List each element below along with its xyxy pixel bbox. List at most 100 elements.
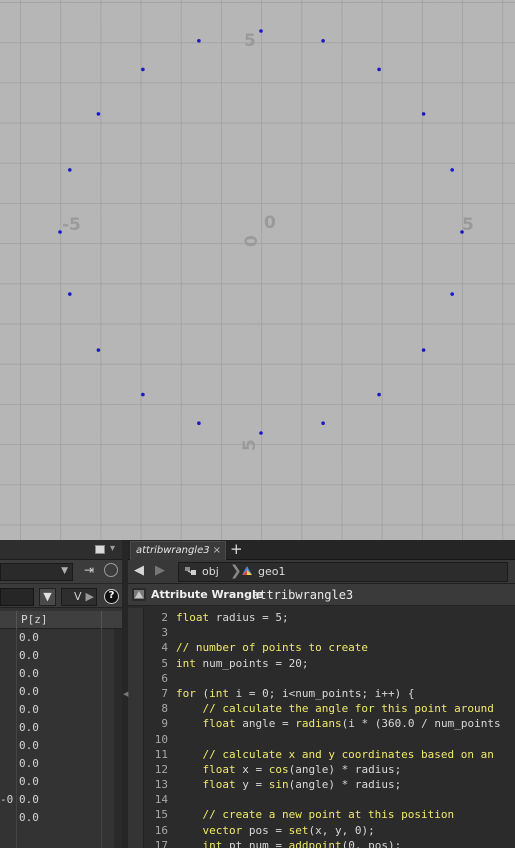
- cell-value: 0.0: [19, 703, 39, 716]
- code-text: // create a new point at this position: [176, 808, 455, 822]
- node-name-field[interactable]: attribwrangle3: [252, 584, 353, 606]
- geometry-point: [259, 29, 263, 33]
- cell-value: 0.0: [19, 649, 39, 662]
- table-row[interactable]: 0.0: [0, 737, 128, 755]
- breadcrumb-obj-label: obj: [202, 565, 219, 578]
- vex-code-editor[interactable]: 2 float radius = 5; 3 4 // number of points …: [128, 608, 515, 848]
- code-text: // calculate x and y coordinates based o…: [176, 747, 494, 761]
- code-line: 15 // create a new point at this positio…: [146, 807, 501, 822]
- line-number: 4: [161, 641, 168, 655]
- line-number: 14: [154, 793, 168, 807]
- funnel-icon[interactable]: ▼: [39, 588, 56, 606]
- point-cloud: [58, 29, 464, 435]
- cell-value-partial: -0: [0, 793, 14, 806]
- spreadsheet-toolbar: ▼ ⇥: [0, 560, 127, 584]
- table-row[interactable]: 0.0: [0, 809, 128, 827]
- code-line: 7 for (int i = 0; i<num_points; i++) {: [146, 686, 501, 701]
- bottom-panes: ▾ ▼ ⇥ ▼ V ▶ ? P[z] 0.0 0.0 0.0 0.0 0.0 0.0 0.0 0…: [0, 540, 515, 848]
- attribute-class-label: V: [74, 590, 82, 603]
- code-line: 5 int num_points = 20;: [146, 656, 501, 671]
- code-line: 9 float angle = radians(i * (360.0 / num…: [146, 716, 500, 731]
- code-text: vector pos = set(x, y, 0);: [202, 823, 375, 837]
- geometry-point: [460, 230, 464, 234]
- tab-label: attribwrangle3: [136, 545, 210, 556]
- code-line: 10: [146, 732, 501, 747]
- geometry-point: [259, 431, 263, 435]
- wrangle-node-icon: [132, 588, 146, 601]
- line-number: 12: [154, 762, 168, 776]
- code-line: 17 int pt_num = addpoint(0, pos);: [146, 838, 501, 848]
- code-gutter: [128, 608, 144, 848]
- pane-square-icon[interactable]: [95, 545, 105, 554]
- spreadsheet-filter-row: ▼ V ▶ ?: [0, 584, 127, 608]
- table-row[interactable]: 0.0: [0, 683, 128, 701]
- close-icon[interactable]: ×: [213, 542, 221, 560]
- geometry-point: [68, 168, 72, 172]
- table-row[interactable]: 0.0: [0, 647, 128, 665]
- breadcrumb-geo1-label: geo1: [258, 565, 286, 578]
- axis-label-x-neg: -5: [62, 215, 81, 235]
- geometry-point: [197, 421, 201, 426]
- axis-label-y-pos: 5: [244, 31, 256, 51]
- scene-viewport[interactable]: 5 -5 0 5 0 5: [0, 0, 515, 540]
- cell-value: 0.0: [19, 721, 39, 734]
- node-type-label: Attribute Wrangle: [151, 588, 264, 601]
- code-text: for (int i = 0; i<num_points; i++) {: [176, 686, 415, 700]
- pin-icon[interactable]: ⇥: [84, 563, 94, 577]
- code-line: 4 // number of points to create: [146, 640, 501, 655]
- table-row[interactable]: 0.0: [0, 773, 128, 791]
- tab-attribwrangle3[interactable]: attribwrangle3 ×: [130, 541, 226, 560]
- breadcrumb-geo1[interactable]: geo1: [241, 563, 285, 581]
- arrow-left-icon[interactable]: ◀: [134, 563, 144, 578]
- table-row[interactable]: 0.0: [0, 755, 128, 773]
- geometry-point: [58, 230, 62, 234]
- line-number: 5: [161, 656, 168, 670]
- table-row[interactable]: 0.0: [0, 629, 128, 647]
- geometry-point: [450, 292, 455, 296]
- code-line: 2 float radius = 5;: [146, 610, 501, 625]
- help-icon[interactable]: ?: [104, 589, 119, 604]
- code-lines: 2 float radius = 5; 3 4 // number of points …: [146, 610, 501, 848]
- table-row[interactable]: -0 0.0: [0, 791, 128, 809]
- dropdown-arrow-icon[interactable]: ▾: [110, 543, 115, 554]
- add-tab-button[interactable]: +: [230, 540, 243, 559]
- axis-label-y-neg: 5: [240, 439, 260, 451]
- path-bar: ◀ ▶ obj ❯ geo1: [128, 560, 515, 584]
- spreadsheet-scrollbar[interactable]: [114, 629, 122, 848]
- parameter-editor: attribwrangle3 × + ◀ ▶ obj ❯ geo1 Attrib…: [128, 540, 515, 848]
- code-line: 8 // calculate the angle for this point …: [146, 701, 501, 716]
- line-number: 15: [154, 808, 168, 822]
- table-row[interactable]: 0.0: [0, 719, 128, 737]
- table-row[interactable]: 0.0: [0, 701, 128, 719]
- geometry-point: [141, 67, 145, 72]
- geometry-point: [96, 348, 101, 352]
- attribute-class-select[interactable]: V ▶: [61, 588, 97, 606]
- cell-value: 0.0: [19, 775, 39, 788]
- obj-network-icon: [185, 567, 196, 575]
- node-path-dropdown[interactable]: ▼: [0, 563, 73, 581]
- line-number: 7: [161, 686, 168, 700]
- cell-value: 0.0: [19, 631, 39, 644]
- code-line: 14: [146, 792, 501, 807]
- geometry-point: [141, 392, 145, 397]
- table-row[interactable]: 0.0: [0, 665, 128, 683]
- geometry-point: [96, 112, 101, 116]
- code-text: int pt_num = addpoint(0, pos);: [202, 838, 402, 848]
- arrow-right-icon[interactable]: ▶: [155, 563, 165, 578]
- column-header-pz[interactable]: P[z]: [16, 611, 102, 629]
- geometry-point: [197, 39, 201, 43]
- breadcrumb-obj[interactable]: obj: [185, 563, 219, 581]
- line-number: 17: [154, 838, 168, 848]
- pane-splitter[interactable]: ◀: [122, 540, 128, 848]
- geometry-point: [450, 168, 455, 172]
- code-line: 3: [146, 625, 501, 640]
- cell-value: 0.0: [19, 793, 39, 806]
- editor-tabbar: attribwrangle3 × +: [128, 540, 515, 560]
- cell-value: 0.0: [19, 757, 39, 770]
- link-circle-icon[interactable]: [104, 563, 118, 577]
- filter-field[interactable]: [0, 588, 34, 606]
- geometry-spreadsheet: ▾ ▼ ⇥ ▼ V ▶ ? P[z] 0.0 0.0 0.0 0.0 0.0 0.0 0.0 0…: [0, 540, 128, 848]
- line-number: 16: [154, 823, 168, 837]
- geometry-point: [68, 292, 72, 296]
- axis-label-y-zero: 0: [242, 235, 262, 247]
